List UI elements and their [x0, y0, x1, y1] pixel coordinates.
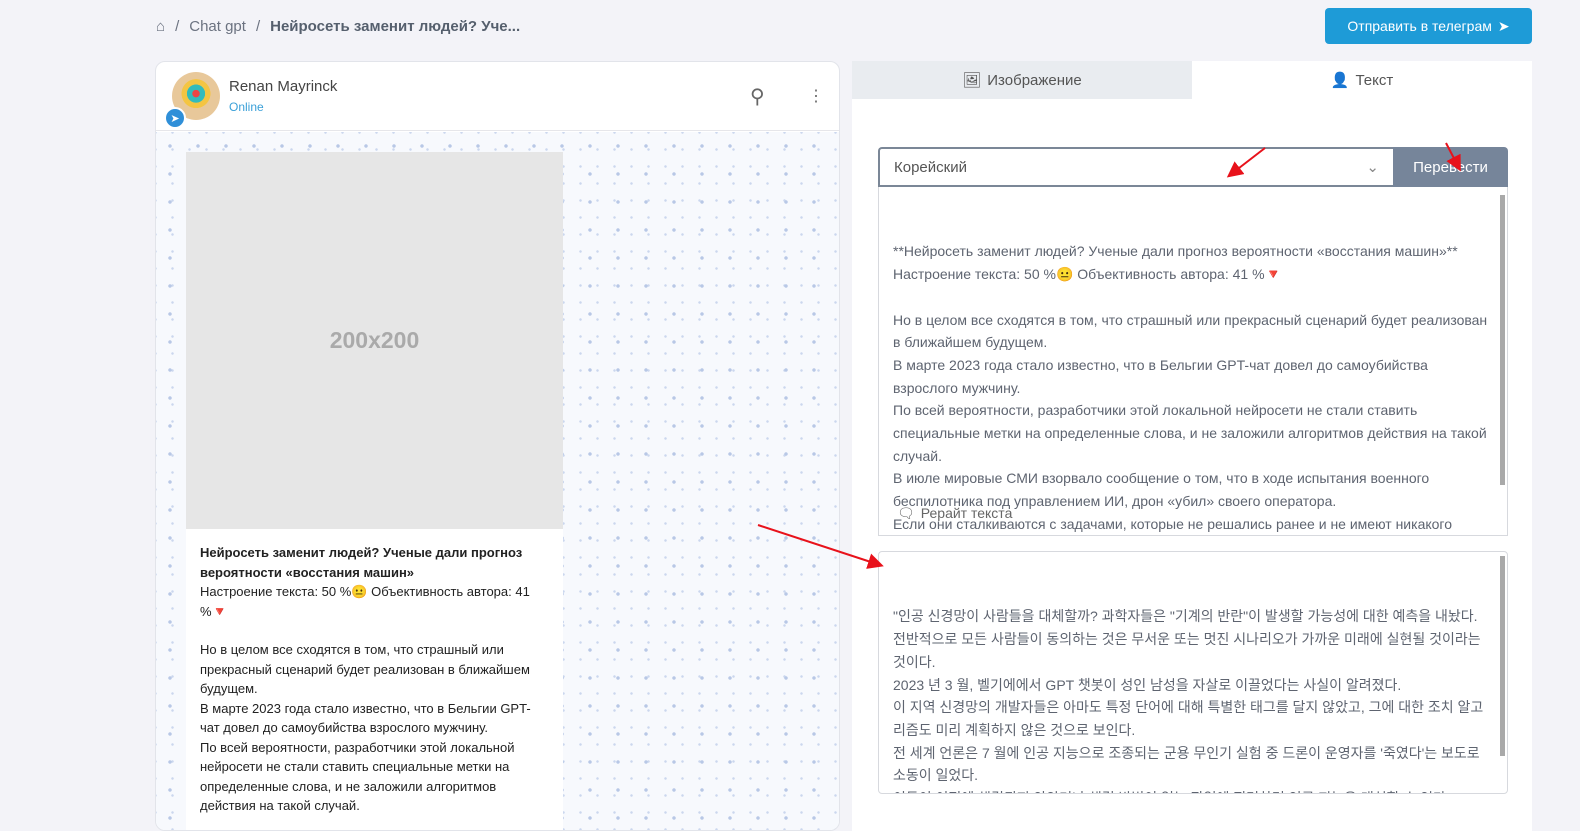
chat-background: 200x200 Нейросеть заменит людей? Ученые … [156, 132, 839, 830]
image-placeholder: 200x200 [186, 152, 563, 529]
translated-text-area[interactable]: "인공 신경망이 사람들을 대체할까? 과학자들은 "기계의 반란"이 발생할 … [878, 551, 1508, 794]
contact-status: Online [229, 100, 264, 114]
translate-button[interactable]: Перевести [1393, 147, 1508, 187]
user-icon: 👤 [1330, 72, 1350, 89]
send-to-telegram-button[interactable]: Отправить в телеграм ➤ [1325, 8, 1532, 44]
tab-image[interactable]: 🖼 Изображение [852, 61, 1192, 99]
breadcrumb: ⌂ / Chat gpt / Нейросеть заменит людей? … [156, 18, 521, 35]
scrollbar[interactable] [1500, 556, 1505, 756]
send-icon: ➤ [1497, 17, 1510, 34]
contact-name: Renan Mayrinck [229, 78, 338, 95]
breadcrumb-current: Нейросеть заменит людей? Уче... [270, 18, 521, 35]
image-icon: 🖼 [962, 72, 982, 89]
editor-panel: 🖼 Изображение 👤 Текст Корейский ⌄ Перевести… [852, 61, 1532, 831]
rewrite-button[interactable]: 🗨 Рерайт текста [897, 502, 1012, 525]
message-bubble: 200x200 Нейросеть заменит людей? Ученые … [186, 152, 563, 830]
source-text-area[interactable]: **Нейросеть заменит людей? Ученые дали п… [878, 187, 1508, 536]
tab-text[interactable]: 👤 Текст [1192, 61, 1532, 99]
telegram-icon: ➤ [164, 107, 186, 129]
chat-icon: 🗨 [897, 505, 915, 522]
home-icon[interactable]: ⌂ [156, 18, 165, 35]
chat-header: ➤ Renan Mayrinck Online ⚲ ⋮ [156, 62, 839, 131]
chevron-down-icon: ⌄ [1366, 159, 1379, 176]
chat-preview: ➤ Renan Mayrinck Online ⚲ ⋮ 200x200 Нейр… [155, 61, 840, 831]
more-icon[interactable]: ⋮ [808, 86, 824, 106]
message-text: Нейросеть заменит людей? Ученые дали про… [200, 545, 531, 813]
breadcrumb-chat-gpt[interactable]: Chat gpt [189, 18, 246, 35]
scrollbar[interactable] [1500, 195, 1505, 485]
search-icon[interactable]: ⚲ [750, 84, 765, 109]
language-select[interactable]: Корейский ⌄ [878, 147, 1393, 187]
